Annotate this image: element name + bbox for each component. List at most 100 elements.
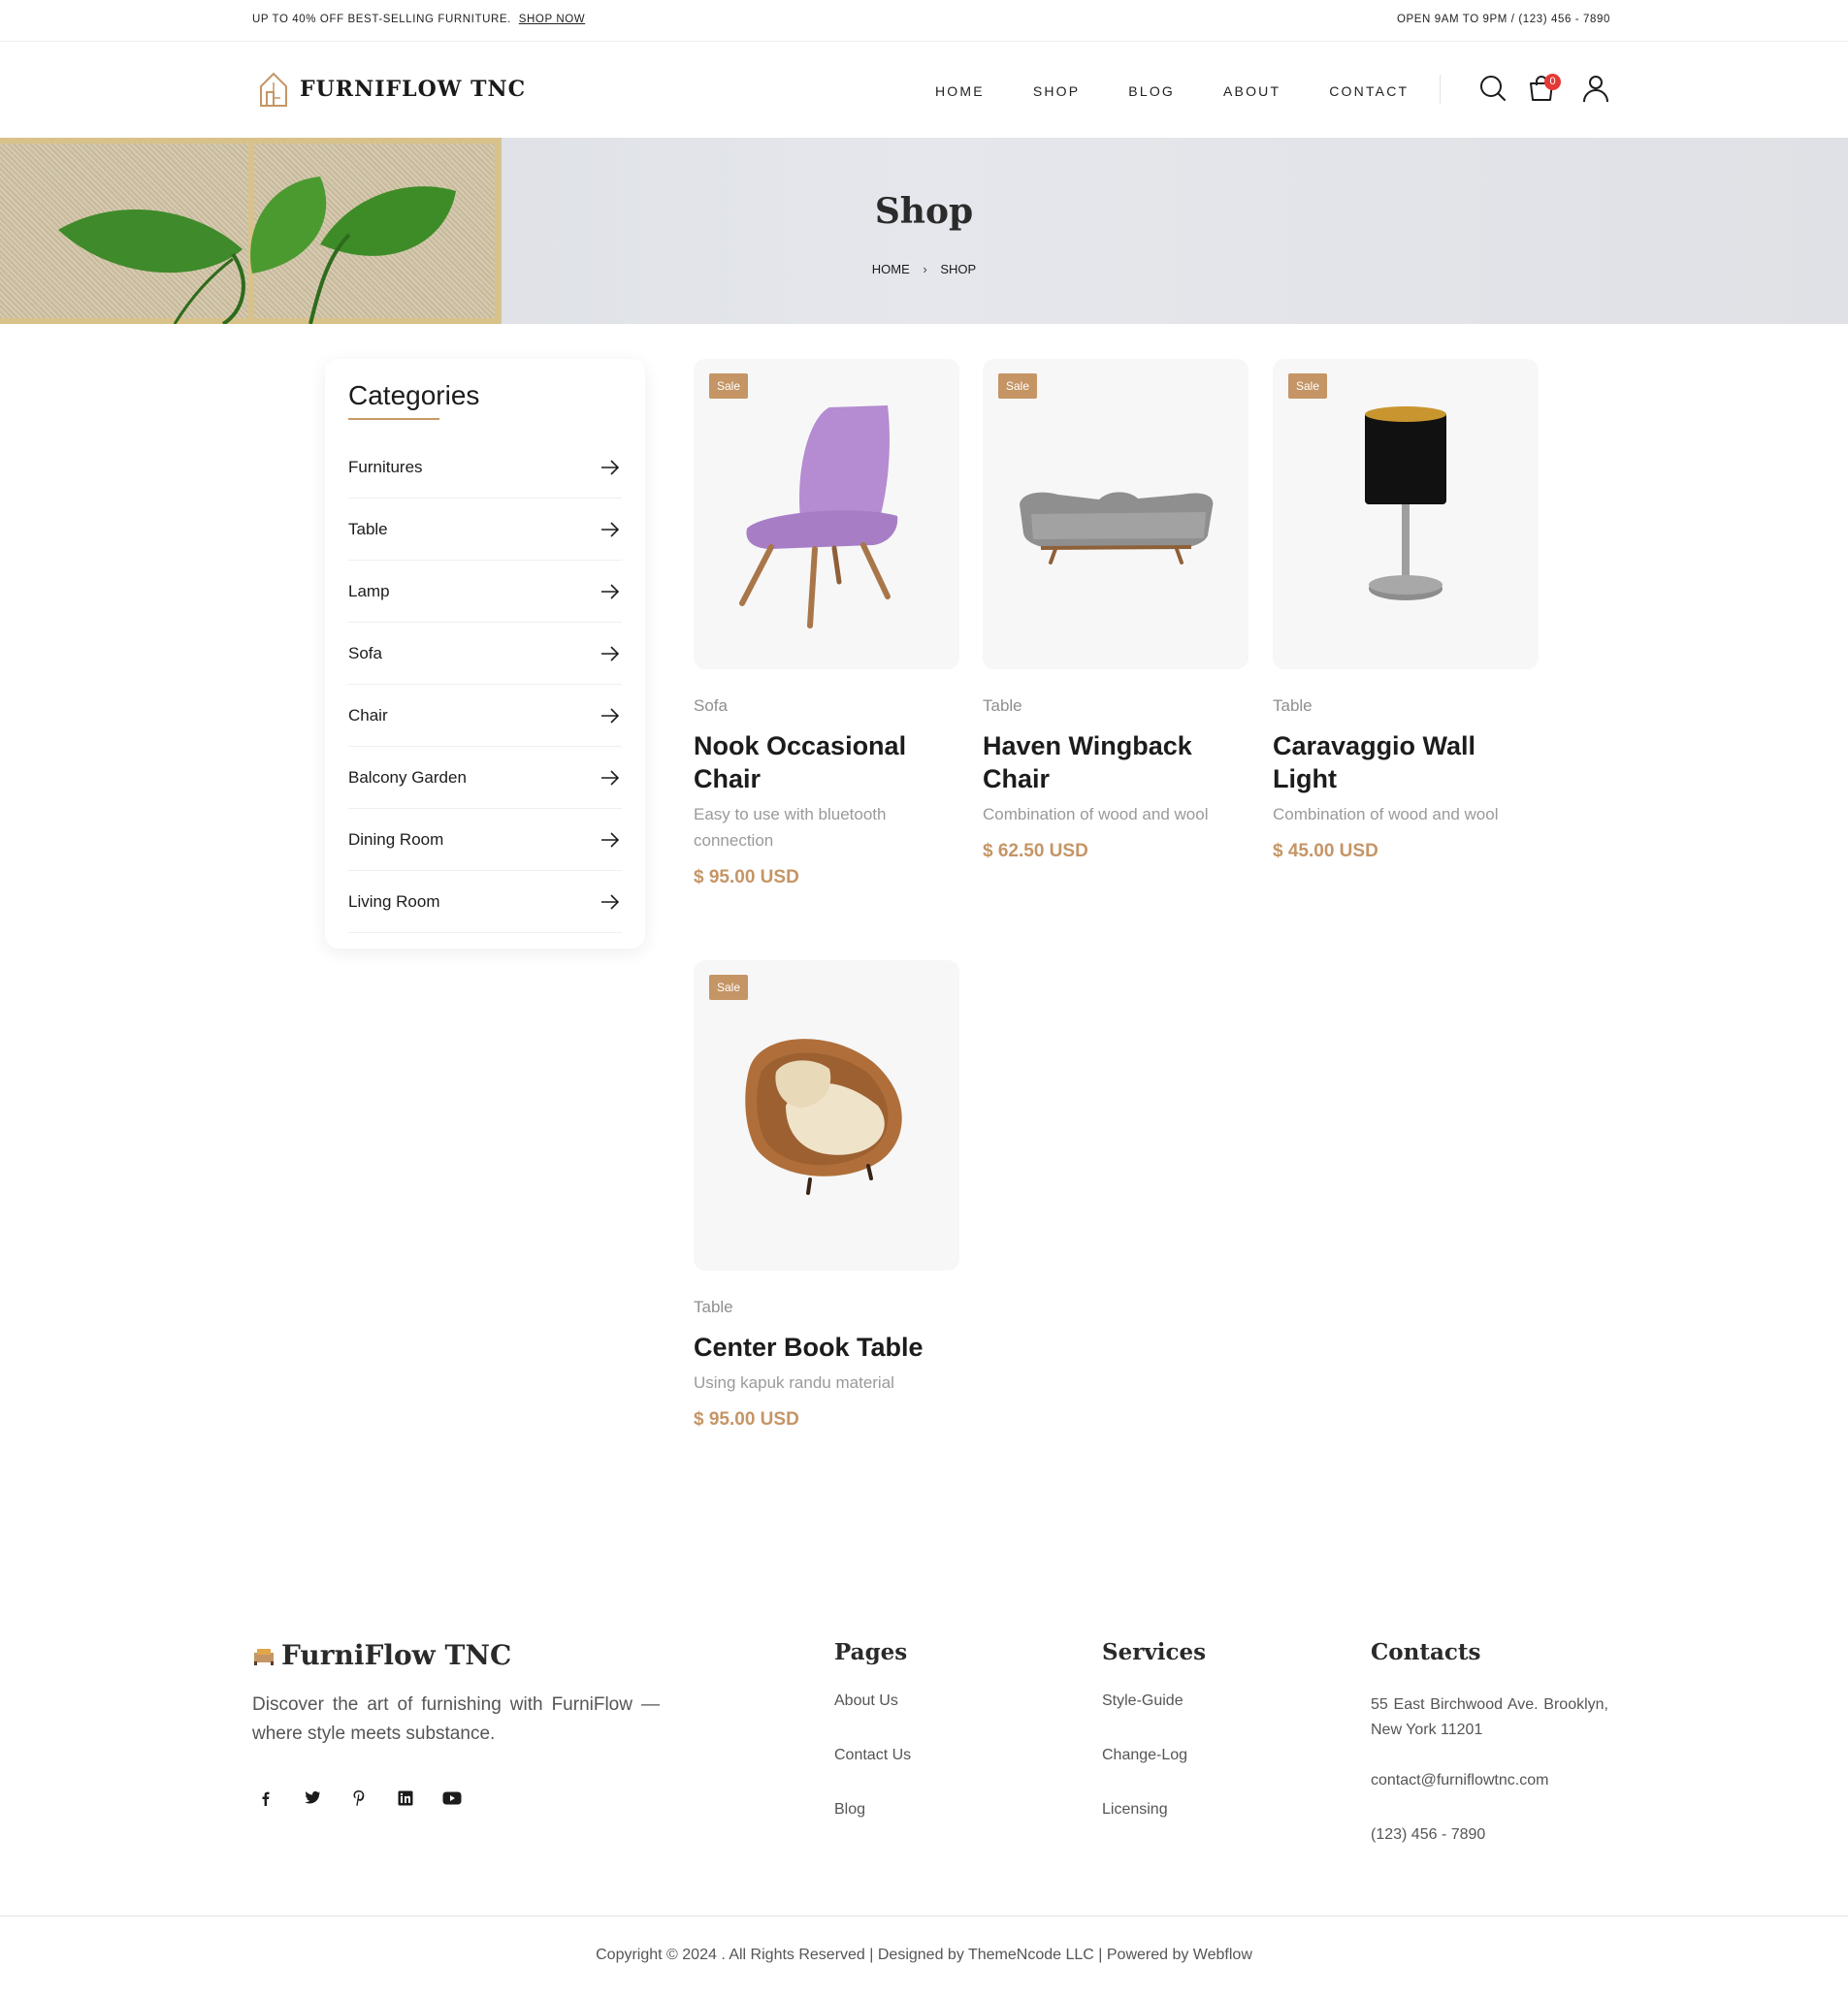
product-image[interactable]: Sale bbox=[694, 960, 959, 1271]
footer-phone[interactable]: (123) 456 - 7890 bbox=[1371, 1826, 1608, 1881]
product-image[interactable]: Sale bbox=[1273, 359, 1539, 669]
product-card[interactable]: Sale Table Caravaggio Wall Light Combina… bbox=[1273, 359, 1539, 862]
title-underline bbox=[348, 418, 439, 420]
page-title: Shop bbox=[874, 191, 974, 232]
footer-services-title: Services bbox=[1102, 1639, 1207, 1665]
rattan-chair-icon bbox=[745, 1039, 902, 1195]
nav-home[interactable]: HOME bbox=[935, 83, 985, 99]
nav-contact[interactable]: CONTACT bbox=[1329, 83, 1409, 99]
footer-divider bbox=[0, 1916, 1848, 1917]
sale-badge: Sale bbox=[1288, 373, 1328, 399]
nav-blog[interactable]: BLOG bbox=[1128, 83, 1175, 99]
footer-logo[interactable]: FurniFlow TNC bbox=[252, 1639, 511, 1671]
category-item-chair[interactable]: Chair bbox=[348, 685, 622, 747]
promo-message: UP TO 40% OFF BEST-SELLING FURNITURE. bbox=[252, 14, 511, 25]
sale-badge: Sale bbox=[709, 373, 749, 399]
category-item-lamp[interactable]: Lamp bbox=[348, 561, 622, 623]
table-lamp-icon bbox=[1365, 406, 1446, 600]
product-category: Sofa bbox=[694, 696, 728, 715]
category-label: Dining Room bbox=[348, 829, 444, 849]
footer-services-column: Services Style-Guide Change-Log Licensin… bbox=[1102, 1639, 1206, 1855]
footer-contacts-column: Contacts 55 East Birchwood Ave. Brooklyn… bbox=[1371, 1639, 1608, 1881]
categories-title: Categories bbox=[348, 380, 480, 410]
social-links bbox=[252, 1785, 485, 1812]
footer-contacts-title: Contacts bbox=[1371, 1639, 1481, 1665]
arrow-right-icon bbox=[601, 645, 620, 661]
product-description: Easy to use with bluetooth connection bbox=[694, 805, 887, 850]
product-name[interactable]: Center Book Table bbox=[694, 1331, 959, 1364]
product-category: Table bbox=[694, 1298, 733, 1316]
arrow-right-icon bbox=[601, 583, 620, 599]
category-item-balcony-garden[interactable]: Balcony Garden bbox=[348, 747, 622, 809]
top-announcement-bar: UP TO 40% OFF BEST-SELLING FURNITURE. SH… bbox=[0, 0, 1848, 42]
opening-hours: OPEN 9AM TO 9PM / (123) 456 - 7890 bbox=[1396, 14, 1610, 25]
arrow-right-icon bbox=[601, 893, 620, 910]
arrow-right-icon bbox=[601, 707, 620, 724]
sale-badge: Sale bbox=[998, 373, 1038, 399]
shop-now-link[interactable]: SHOP NOW bbox=[519, 14, 585, 25]
product-image[interactable]: Sale bbox=[983, 359, 1248, 669]
promo-text: UP TO 40% OFF BEST-SELLING FURNITURE. SH… bbox=[252, 14, 585, 25]
facebook-icon[interactable] bbox=[252, 1785, 279, 1812]
footer-link-licensing[interactable]: Licensing bbox=[1102, 1801, 1206, 1855]
twitter-icon[interactable] bbox=[299, 1785, 326, 1812]
footer-link-about[interactable]: About Us bbox=[834, 1692, 911, 1747]
category-label: Balcony Garden bbox=[348, 767, 467, 787]
product-category: Table bbox=[1273, 696, 1313, 715]
category-label: Table bbox=[348, 519, 388, 538]
user-icon[interactable] bbox=[1581, 74, 1610, 103]
page-hero-banner: Shop HOME › SHOP bbox=[0, 138, 1848, 324]
pinterest-icon[interactable] bbox=[345, 1785, 373, 1812]
product-name[interactable]: Caravaggio Wall Light bbox=[1273, 729, 1539, 795]
category-label: Living Room bbox=[348, 891, 440, 911]
product-category: Table bbox=[983, 696, 1022, 715]
footer-link-change-log[interactable]: Change-Log bbox=[1102, 1747, 1206, 1801]
chevron-right-icon: › bbox=[923, 262, 927, 276]
footer-pages-title: Pages bbox=[834, 1639, 908, 1665]
nav-about[interactable]: ABOUT bbox=[1223, 83, 1281, 99]
arrow-right-icon bbox=[601, 831, 620, 848]
sale-badge: Sale bbox=[709, 975, 749, 1000]
arrow-right-icon bbox=[601, 769, 620, 786]
house-logo-icon bbox=[260, 72, 287, 107]
category-label: Sofa bbox=[348, 643, 382, 662]
category-item-living-room[interactable]: Living Room bbox=[348, 871, 622, 933]
product-card[interactable]: Sale Table Center Book Table Using kapuk… bbox=[694, 960, 959, 1431]
site-logo[interactable]: FURNIFLOW TNC bbox=[257, 69, 526, 110]
category-item-dining-room[interactable]: Dining Room bbox=[348, 809, 622, 871]
product-card[interactable]: Sale Table Haven Wingback Chair Combinat… bbox=[983, 359, 1248, 862]
product-name[interactable]: Haven Wingback Chair bbox=[983, 729, 1248, 795]
category-list: Furnitures Table Lamp Sofa Chair Balcony… bbox=[348, 436, 622, 933]
product-name[interactable]: Nook Occasional Chair bbox=[694, 729, 959, 795]
product-description: Combination of wood and wool bbox=[983, 805, 1209, 823]
product-description: Combination of wood and wool bbox=[1273, 805, 1499, 823]
category-label: Chair bbox=[348, 705, 388, 725]
category-item-table[interactable]: Table bbox=[348, 499, 622, 561]
grey-sofa-icon bbox=[1020, 492, 1214, 564]
category-item-furnitures[interactable]: Furnitures bbox=[348, 436, 622, 499]
site-header: FURNIFLOW TNC HOME SHOP BLOG ABOUT CONTA… bbox=[0, 42, 1848, 138]
breadcrumb-home[interactable]: HOME bbox=[872, 262, 910, 276]
category-label: Furnitures bbox=[348, 457, 423, 476]
product-card[interactable]: Sale Sofa Nook Occasional Chair Easy to … bbox=[694, 359, 959, 888]
product-image[interactable]: Sale bbox=[694, 359, 959, 669]
product-price: $ 95.00 USD bbox=[694, 1409, 799, 1430]
breadcrumb-current: SHOP bbox=[940, 262, 977, 276]
footer-link-blog[interactable]: Blog bbox=[834, 1801, 911, 1855]
footer-brand-name: FurniFlow TNC bbox=[281, 1639, 512, 1671]
sofa-logo-icon bbox=[254, 1648, 274, 1665]
search-icon[interactable] bbox=[1478, 74, 1508, 103]
footer-about-text: Discover the art of furnishing with Furn… bbox=[252, 1694, 660, 1744]
footer-link-contact[interactable]: Contact Us bbox=[834, 1747, 911, 1801]
linkedin-icon[interactable] bbox=[392, 1785, 419, 1812]
footer-link-style-guide[interactable]: Style-Guide bbox=[1102, 1692, 1206, 1747]
product-price: $ 95.00 USD bbox=[694, 867, 799, 887]
footer-email[interactable]: contact@furniflowtnc.com bbox=[1371, 1772, 1608, 1826]
categories-panel: Categories Furnitures Table Lamp Sofa Ch… bbox=[325, 359, 645, 949]
youtube-icon[interactable] bbox=[438, 1785, 466, 1812]
nav-divider bbox=[1440, 75, 1441, 104]
category-item-sofa[interactable]: Sofa bbox=[348, 623, 622, 685]
nav-shop[interactable]: SHOP bbox=[1033, 83, 1080, 99]
product-price: $ 62.50 USD bbox=[983, 841, 1088, 861]
product-description: Using kapuk randu material bbox=[694, 1373, 894, 1392]
